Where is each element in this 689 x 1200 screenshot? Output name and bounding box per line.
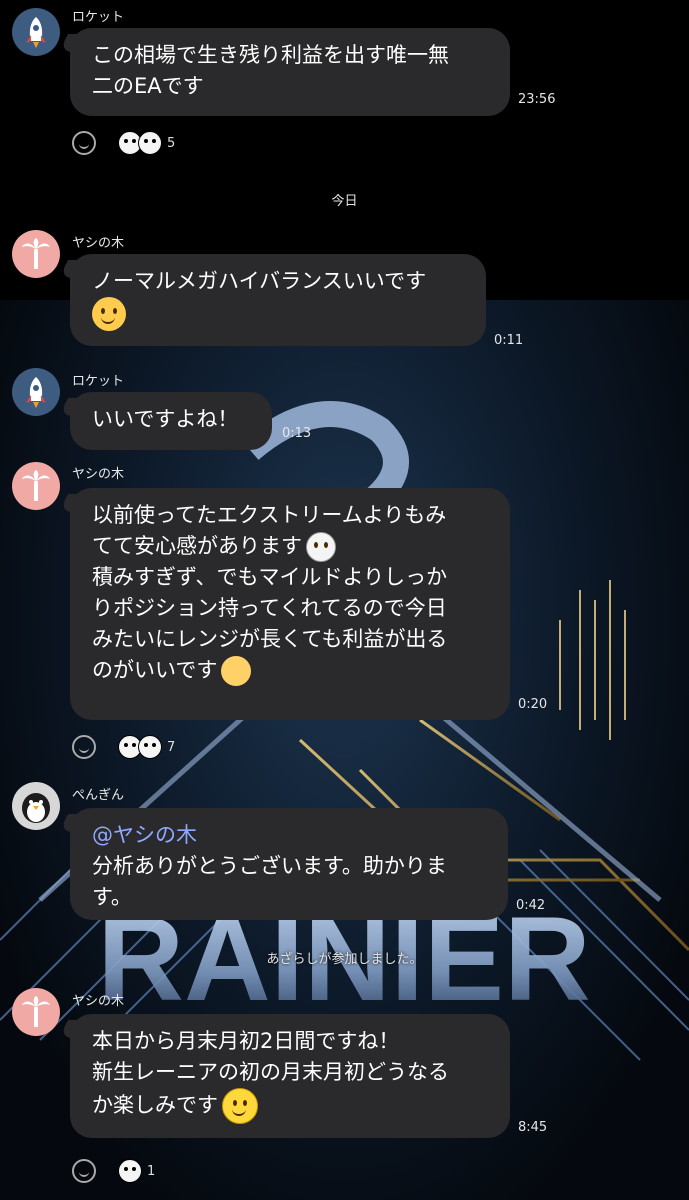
add-reaction-icon[interactable]: [72, 131, 96, 155]
message-time: 0:13: [282, 426, 312, 441]
message-line: 分析ありがとうございます。助かりま: [92, 854, 447, 878]
palm-tree-icon: [22, 470, 50, 501]
reaction-row: 5: [72, 128, 175, 158]
message-line: 積みすぎず、でもマイルドよりしっか: [92, 565, 448, 589]
message-line: てて安心感があります: [92, 534, 302, 558]
message-line: か楽しみです: [92, 1093, 218, 1117]
reaction-row: 1: [72, 1156, 155, 1186]
message-line: みたいにレンジが長くても利益が出る: [92, 627, 448, 651]
reaction-summary[interactable]: [118, 1159, 142, 1183]
reaction-count: 1: [147, 1163, 156, 1179]
add-reaction-icon[interactable]: [72, 735, 96, 759]
message-line: この相場で生き残り利益を出す唯一無: [92, 43, 449, 67]
reaction-count: 5: [167, 135, 176, 151]
message-line: りポジション持ってくれてるので今日: [92, 596, 447, 620]
smiling-face-emoji-icon: [222, 1088, 258, 1124]
sender-name: ヤシの木: [72, 236, 125, 251]
message-bubble[interactable]: この相場で生き残り利益を出す唯一無 二のEAです: [70, 28, 510, 116]
message-line: ノーマルメガハイバランスいいです: [92, 269, 427, 293]
message-line: 本日から月末月初2日間ですね！: [92, 1029, 400, 1053]
sender-name: ロケット: [72, 10, 125, 25]
reaction-count: 7: [167, 739, 176, 755]
palm-tree-icon: [22, 238, 50, 269]
message-line: す。: [92, 885, 132, 909]
penguin-icon: [22, 793, 50, 823]
rocket-icon: [26, 377, 46, 408]
message-line: 以前使ってたエクストリームよりもみ: [92, 503, 447, 527]
system-message: あざらしが参加しました。: [266, 952, 423, 967]
avatar-penguin[interactable]: [12, 782, 60, 830]
message-time: 23:56: [518, 92, 556, 107]
date-divider: 今日: [331, 194, 358, 209]
mention-link[interactable]: @ヤシの木: [92, 820, 486, 851]
message-bubble[interactable]: 以前使ってたエクストリームよりもみ てて安心感があります 積みすぎず、でもマイル…: [70, 488, 510, 720]
message-line: いいですよね！: [92, 407, 239, 431]
sender-name: ぺんぎん: [72, 788, 125, 803]
thumbs-up-emoji-icon: [221, 656, 252, 686]
reaction-face-icon: [118, 1159, 142, 1183]
add-reaction-icon[interactable]: [72, 1159, 96, 1183]
reaction-face-icon: [138, 735, 162, 759]
message-bubble[interactable]: @ヤシの木 分析ありがとうございます。助かりま す。: [70, 808, 508, 920]
palm-tree-icon: [22, 996, 50, 1027]
message-line: 二のEAです: [92, 74, 204, 98]
sender-name: ロケット: [72, 374, 125, 389]
message-time: 8:45: [518, 1120, 548, 1135]
message-bubble[interactable]: いいですよね！: [70, 392, 272, 450]
avatar-palm[interactable]: [12, 988, 60, 1036]
message-time: 0:20: [518, 697, 548, 712]
avatar-rocket[interactable]: [12, 368, 60, 416]
message-bubble[interactable]: ノーマルメガハイバランスいいです: [70, 254, 486, 346]
reaction-face-icon: [138, 131, 162, 155]
sender-name: ヤシの木: [72, 467, 125, 482]
reaction-row: 7: [72, 732, 175, 762]
blushing-hearts-emoji-icon: [92, 297, 126, 331]
message-line: のがいいです: [92, 658, 218, 682]
avatar-palm[interactable]: [12, 462, 60, 510]
avatar-palm[interactable]: [12, 230, 60, 278]
sender-name: ヤシの木: [72, 994, 125, 1009]
message-time: 0:42: [516, 898, 546, 913]
reaction-summary[interactable]: [118, 131, 162, 155]
message-time: 0:11: [494, 333, 524, 348]
grinning-face-emoji-icon: [306, 532, 336, 562]
rocket-icon: [26, 17, 46, 48]
avatar-rocket[interactable]: [12, 8, 60, 56]
message-line: 新生レーニアの初の月末月初どうなる: [92, 1060, 449, 1084]
message-bubble[interactable]: 本日から月末月初2日間ですね！ 新生レーニアの初の月末月初どうなる か楽しみです: [70, 1014, 510, 1138]
reaction-summary[interactable]: [118, 735, 162, 759]
